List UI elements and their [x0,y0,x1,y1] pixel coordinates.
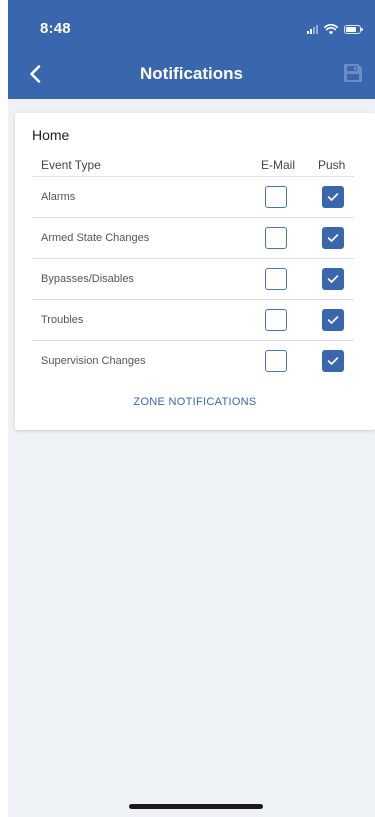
status-icons [307,22,363,36]
checkmark-icon [327,316,339,324]
screen: 8:48 Notifications Home Event Type E-Mai… [8,0,375,817]
table-row: Supervision Changes [32,340,354,382]
push-column-header: Push [318,158,346,172]
table-row: Bypasses/Disables [32,258,354,300]
table-row: Armed State Changes [32,217,354,259]
push-checkbox[interactable] [322,186,344,208]
push-checkbox[interactable] [322,227,344,249]
save-button[interactable] [343,63,363,83]
push-checkbox[interactable] [322,309,344,331]
event-label: Supervision Changes [41,355,146,367]
checkmark-icon [327,275,339,283]
section-title: Home [32,127,70,143]
checkmark-icon [327,193,339,201]
checkmark-icon [327,234,339,242]
floppy-disk-icon [344,64,362,82]
email-checkbox[interactable] [265,350,287,372]
event-label: Armed State Changes [41,232,150,244]
email-column-header: E-Mail [261,158,296,172]
email-checkbox[interactable] [265,309,287,331]
header-bar: 8:48 Notifications [8,0,375,99]
table-row: Alarms [32,176,354,218]
page-title: Notifications [140,64,243,83]
push-checkbox[interactable] [322,268,344,290]
table-row: Troubles [32,299,354,341]
zone-notifications-link[interactable]: ZONE NOTIFICATIONS [15,396,375,408]
event-label: Bypasses/Disables [41,273,134,285]
battery-icon [344,24,363,34]
status-time: 8:48 [40,20,71,37]
home-indicator [129,804,263,809]
notifications-card: Home Event Type E-Mail Push Alarms Armed… [15,113,375,430]
email-checkbox[interactable] [265,227,287,249]
event-label: Alarms [41,191,76,203]
email-checkbox[interactable] [265,186,287,208]
event-type-column-header: Event Type [41,158,101,172]
wifi-icon [324,23,338,34]
email-checkbox[interactable] [265,268,287,290]
checkmark-icon [327,357,339,365]
signal-icon [307,24,318,34]
event-label: Troubles [41,314,84,326]
push-checkbox[interactable] [322,350,344,372]
